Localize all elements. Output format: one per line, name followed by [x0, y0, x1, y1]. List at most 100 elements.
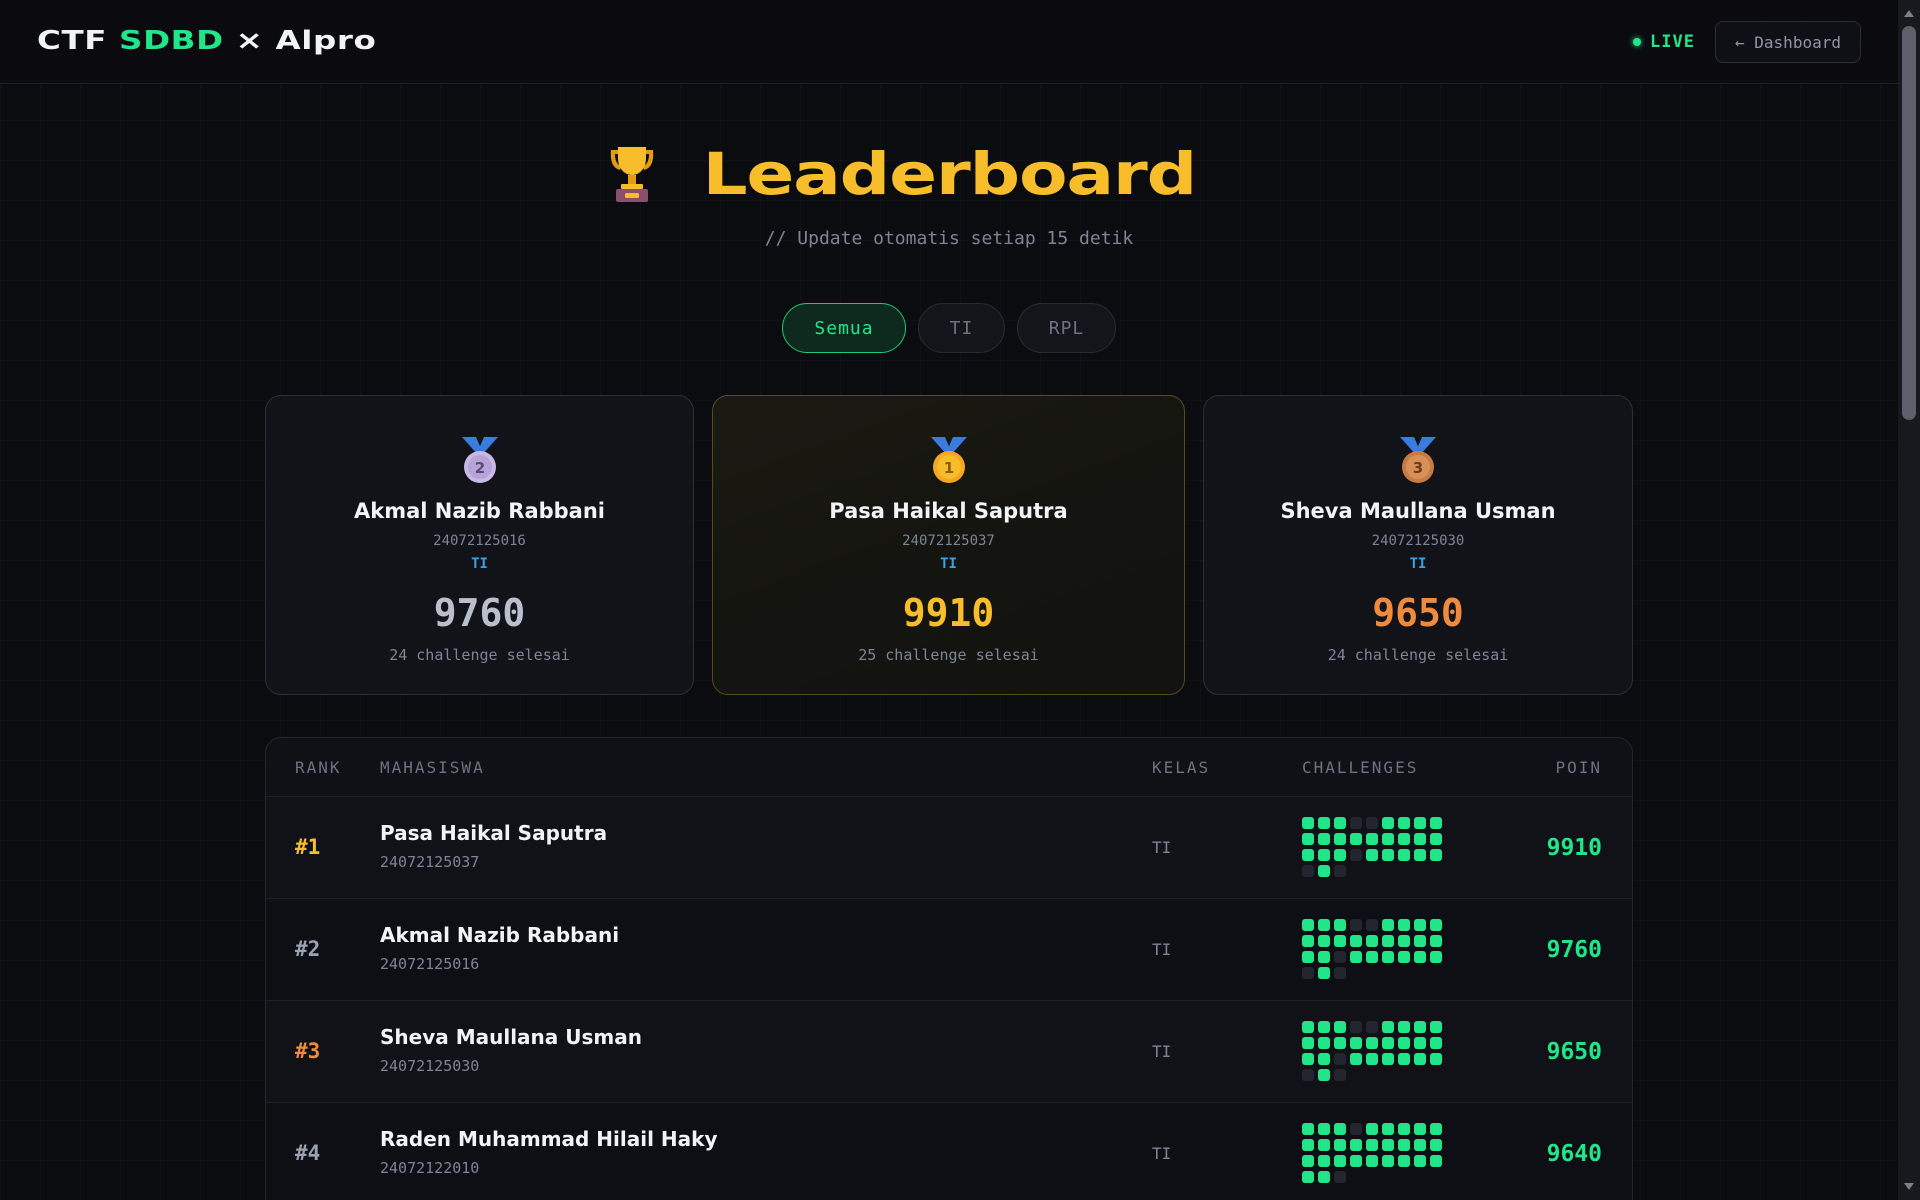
header-challenges: CHALLENGES	[1302, 758, 1419, 777]
challenge-solved-cell	[1318, 1021, 1330, 1033]
challenge-solved-cell	[1398, 935, 1410, 947]
podium-card-first[interactable]: 1 Pasa Haikal Saputra 24072125037 TI 991…	[712, 395, 1185, 695]
challenge-solved-cell	[1382, 1139, 1394, 1151]
trophy-icon	[610, 147, 653, 202]
challenge-solved-cell	[1430, 951, 1442, 963]
challenge-solved-cell	[1318, 1155, 1330, 1167]
challenge-grid	[1302, 1123, 1442, 1183]
challenge-solved-cell	[1414, 1021, 1426, 1033]
row-points: 9760	[1546, 937, 1602, 963]
row-kelas: TI	[1152, 940, 1172, 959]
challenge-unsolved-cell	[1350, 919, 1362, 931]
podium-card-third[interactable]: 3 Sheva Maullana Usman 24072125030 TI 96…	[1203, 395, 1633, 695]
top-bar: CTF SDBD × Alpro LIVE ← Dashboard	[0, 0, 1898, 84]
challenge-solved-cell	[1398, 1021, 1410, 1033]
challenge-unsolved-cell	[1302, 967, 1314, 979]
row-kelas: TI	[1152, 1144, 1172, 1163]
challenge-solved-cell	[1382, 1037, 1394, 1049]
table-body: #1 Pasa Haikal Saputra 24072125037 TI 9910 #2…	[266, 797, 1632, 1200]
podium-card-second[interactable]: 2 Akmal Nazib Rabbani 24072125016 TI 976…	[265, 395, 694, 695]
challenge-solved-cell	[1414, 1037, 1426, 1049]
challenge-solved-cell	[1302, 817, 1314, 829]
challenge-solved-cell	[1302, 849, 1314, 861]
challenge-solved-cell	[1302, 1037, 1314, 1049]
svg-text:2: 2	[474, 459, 484, 477]
challenge-solved-cell	[1382, 1123, 1394, 1135]
challenge-solved-cell	[1318, 849, 1330, 861]
challenge-solved-cell	[1334, 1021, 1346, 1033]
challenge-solved-cell	[1382, 1053, 1394, 1065]
row-student-name[interactable]: Raden Muhammad Hilail Haky	[380, 1127, 718, 1151]
challenge-unsolved-cell	[1302, 1069, 1314, 1081]
challenge-solved-cell	[1366, 1037, 1378, 1049]
challenge-unsolved-cell	[1334, 967, 1346, 979]
challenge-solved-cell	[1318, 833, 1330, 845]
live-indicator: LIVE	[1633, 32, 1695, 52]
challenge-unsolved-cell	[1350, 817, 1362, 829]
challenge-solved-cell	[1382, 919, 1394, 931]
scroll-down-arrow-icon[interactable]	[1904, 1183, 1914, 1190]
challenge-solved-cell	[1366, 833, 1378, 845]
challenge-solved-cell	[1318, 919, 1330, 931]
challenge-unsolved-cell	[1334, 1171, 1346, 1183]
challenge-unsolved-cell	[1334, 951, 1346, 963]
challenge-solved-cell	[1382, 849, 1394, 861]
brand-alpro: × Alpro	[235, 26, 377, 56]
challenge-solved-cell	[1414, 1053, 1426, 1065]
row-points: 9910	[1546, 835, 1602, 861]
challenge-solved-cell	[1366, 849, 1378, 861]
podium-nim: 24072125030	[1371, 533, 1465, 549]
challenge-solved-cell	[1382, 1021, 1394, 1033]
podium-solved: 24 challenge selesai	[1327, 646, 1509, 664]
challenge-solved-cell	[1302, 1171, 1314, 1183]
podium-nim: 24072125037	[902, 533, 995, 549]
challenge-solved-cell	[1398, 1037, 1410, 1049]
leaderboard-table: RANK MAHASISWA KELAS CHALLENGES POIN #1 P…	[265, 737, 1633, 1200]
row-student-name[interactable]: Akmal Nazib Rabbani	[380, 923, 619, 947]
challenge-solved-cell	[1302, 1123, 1314, 1135]
challenge-solved-cell	[1350, 1139, 1362, 1151]
table-row[interactable]: #3 Sheva Maullana Usman 24072125030 TI 9650	[266, 1001, 1632, 1103]
table-row[interactable]: #1 Pasa Haikal Saputra 24072125037 TI 9910	[266, 797, 1632, 899]
vertical-scrollbar[interactable]	[1898, 0, 1920, 1200]
challenge-solved-cell	[1318, 935, 1330, 947]
challenge-grid	[1302, 919, 1442, 979]
challenge-solved-cell	[1334, 1123, 1346, 1135]
challenge-solved-cell	[1350, 1037, 1362, 1049]
challenge-solved-cell	[1350, 1053, 1362, 1065]
challenge-solved-cell	[1414, 1139, 1426, 1151]
challenge-solved-cell	[1302, 1155, 1314, 1167]
tab-rpl[interactable]: RPL	[1017, 303, 1116, 353]
row-student-name[interactable]: Pasa Haikal Saputra	[380, 821, 607, 845]
row-rank: #3	[295, 1039, 321, 1063]
header-kelas: KELAS	[1152, 758, 1211, 777]
table-row[interactable]: #2 Akmal Nazib Rabbani 24072125016 TI 9760	[266, 899, 1632, 1001]
challenge-solved-cell	[1430, 935, 1442, 947]
challenge-solved-cell	[1302, 919, 1314, 931]
podium-points: 9910	[902, 591, 995, 635]
page-title: Leaderboard	[702, 140, 1197, 208]
challenge-solved-cell	[1398, 919, 1410, 931]
challenge-solved-cell	[1382, 1155, 1394, 1167]
table-row[interactable]: #4 Raden Muhammad Hilail Haky 24072122010 T…	[266, 1103, 1632, 1200]
challenge-solved-cell	[1350, 833, 1362, 845]
live-label: LIVE	[1650, 32, 1695, 52]
challenge-solved-cell	[1318, 1139, 1330, 1151]
challenge-solved-cell	[1334, 919, 1346, 931]
challenge-solved-cell	[1382, 951, 1394, 963]
row-student-name[interactable]: Sheva Maullana Usman	[380, 1025, 642, 1049]
tab-ti[interactable]: TI	[918, 303, 1005, 353]
brand-logo[interactable]: CTF SDBD × Alpro	[37, 26, 376, 56]
challenge-solved-cell	[1318, 865, 1330, 877]
scroll-thumb[interactable]	[1902, 26, 1916, 420]
challenge-solved-cell	[1318, 1171, 1330, 1183]
challenge-unsolved-cell	[1334, 865, 1346, 877]
scroll-up-arrow-icon[interactable]	[1904, 10, 1914, 17]
challenge-unsolved-cell	[1366, 1021, 1378, 1033]
row-rank: #2	[295, 937, 321, 961]
tab-semua[interactable]: Semua	[782, 303, 906, 353]
dashboard-button[interactable]: ← Dashboard	[1715, 21, 1861, 63]
challenge-solved-cell	[1382, 833, 1394, 845]
challenge-solved-cell	[1382, 817, 1394, 829]
podium-name: Sheva Maullana Usman	[1280, 499, 1556, 523]
